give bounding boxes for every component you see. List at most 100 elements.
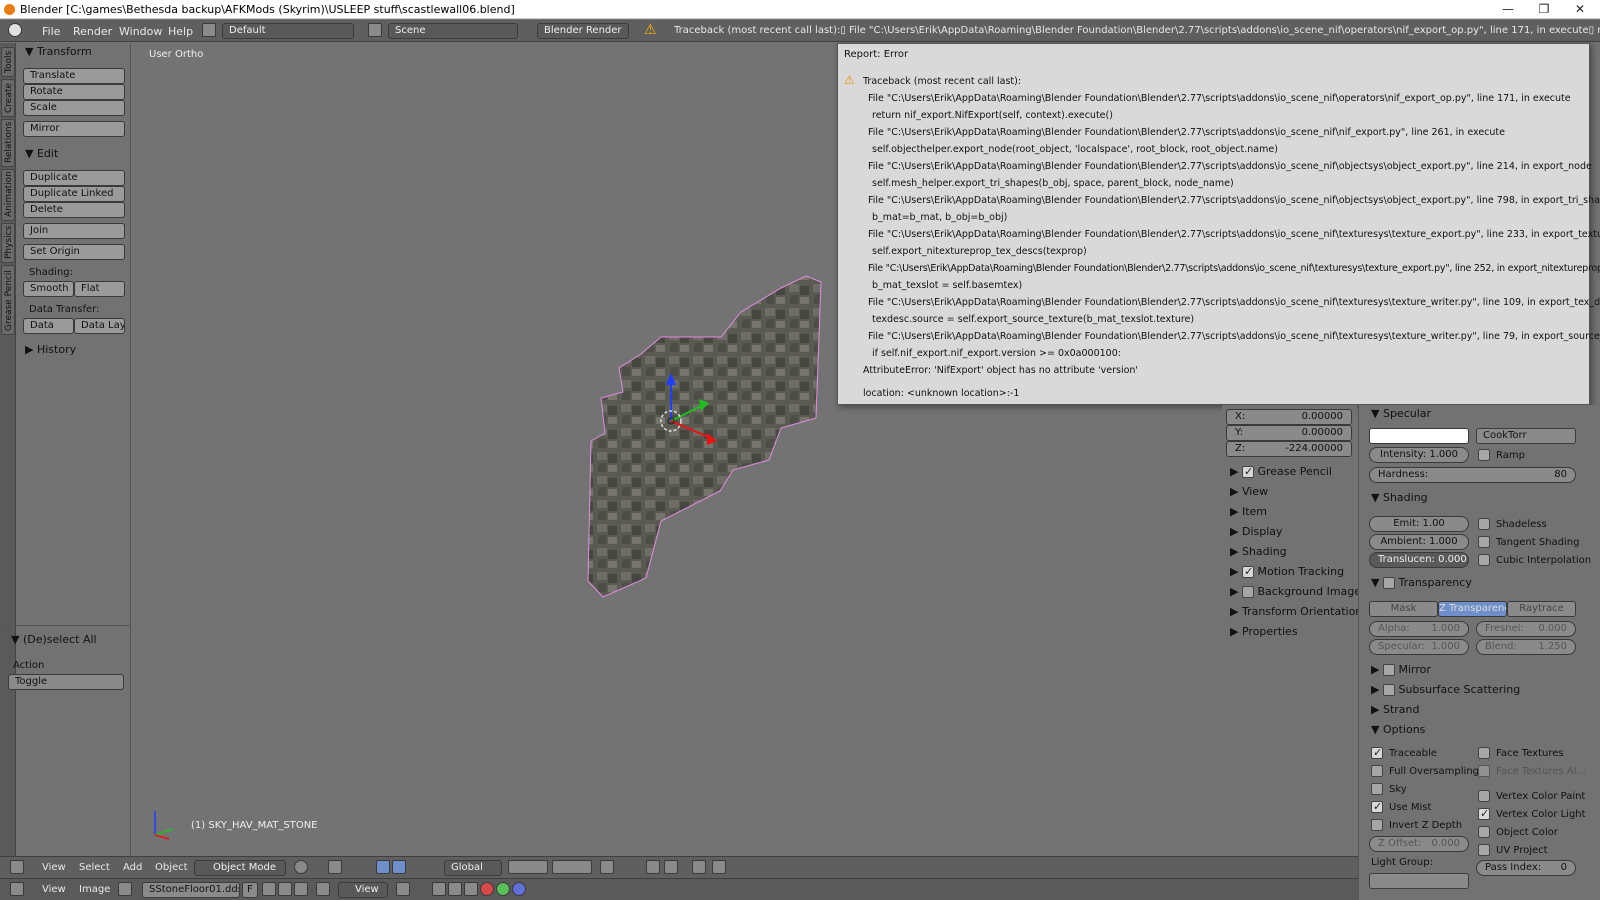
- restore-button[interactable]: ❐: [1526, 0, 1562, 19]
- motion-tracking-section[interactable]: ▶ Motion Tracking: [1230, 565, 1344, 578]
- tangent-shading-checkbox[interactable]: [1478, 536, 1490, 548]
- render-engine-select[interactable]: Blender Render: [537, 23, 629, 39]
- options-header[interactable]: ▼ Options: [1371, 723, 1425, 736]
- info-editor-icon[interactable]: [8, 23, 22, 37]
- vertex-color-light-checkbox[interactable]: [1478, 807, 1490, 820]
- duplicate-button[interactable]: Duplicate: [23, 170, 125, 186]
- specular-header[interactable]: ▼ Specular: [1371, 407, 1431, 420]
- z-offset-field[interactable]: Z Offset: 0.000: [1369, 836, 1469, 852]
- specular-alpha-field[interactable]: Specular: 1.000: [1369, 639, 1469, 655]
- mirror-button[interactable]: Mirror: [23, 121, 125, 137]
- interaction-mode-select[interactable]: Object Mode: [194, 860, 286, 876]
- raytrace-button[interactable]: Raytrace: [1507, 601, 1576, 617]
- duplicate-linked-button[interactable]: Duplicate Linked: [23, 186, 125, 202]
- menu-view[interactable]: View: [42, 884, 66, 895]
- tab-grease-pencil[interactable]: Grease Pencil: [1, 265, 15, 335]
- subsurface-header[interactable]: ▶ Subsurface Scattering: [1371, 683, 1520, 696]
- unlink-icon[interactable]: [294, 882, 308, 896]
- location-y-field[interactable]: Y: 0.00000: [1226, 425, 1352, 441]
- tab-tools[interactable]: Tools: [1, 47, 15, 77]
- translate-button[interactable]: Translate: [23, 68, 125, 84]
- properties-section[interactable]: ▶ Properties: [1230, 625, 1298, 638]
- strand-header[interactable]: ▶ Strand: [1371, 703, 1419, 716]
- minimize-button[interactable]: —: [1490, 0, 1526, 19]
- ambient-field[interactable]: Ambient: 1.000: [1369, 534, 1469, 550]
- mask-button[interactable]: Mask: [1369, 601, 1438, 617]
- full-oversampling-checkbox[interactable]: [1371, 765, 1383, 777]
- new-image-icon[interactable]: [262, 882, 276, 896]
- deselect-all-header[interactable]: ▼ (De)select All: [11, 633, 97, 646]
- vertex-color-paint-checkbox[interactable]: [1478, 790, 1490, 802]
- menu-help[interactable]: Help: [168, 25, 193, 38]
- specular-color-swatch[interactable]: [1369, 428, 1469, 444]
- view-mode-select[interactable]: View: [338, 882, 388, 898]
- manipulator-icon[interactable]: [376, 860, 390, 874]
- face-textures-checkbox[interactable]: [1478, 747, 1490, 759]
- green-channel-icon[interactable]: [496, 882, 510, 896]
- scene-icon[interactable]: [368, 23, 382, 37]
- menu-render[interactable]: Render: [73, 25, 112, 38]
- transform-manipulator[interactable]: [641, 363, 731, 453]
- screen-layout-field[interactable]: Default: [222, 23, 354, 39]
- object-color-checkbox[interactable]: [1478, 826, 1490, 838]
- pin-icon[interactable]: [316, 882, 330, 896]
- open-image-icon[interactable]: [278, 882, 292, 896]
- menu-view[interactable]: View: [42, 862, 66, 873]
- animation-render-icon[interactable]: [712, 860, 726, 874]
- ramp-checkbox[interactable]: [1478, 449, 1490, 461]
- red-channel-icon[interactable]: [480, 882, 494, 896]
- background-images-section[interactable]: ▶ Background Images: [1230, 585, 1367, 598]
- menu-select[interactable]: Select: [79, 862, 110, 873]
- tab-animation[interactable]: Animation: [1, 169, 15, 221]
- proportional-edit-icon[interactable]: [646, 860, 660, 874]
- transform-panel-header[interactable]: ▼ Transform: [25, 45, 92, 58]
- cubic-interpolation-checkbox[interactable]: [1478, 554, 1490, 566]
- view-section[interactable]: ▶ View: [1230, 485, 1268, 498]
- close-button[interactable]: ✕: [1562, 0, 1598, 19]
- paint-mode-icon[interactable]: [464, 882, 478, 896]
- pivot-point-icon[interactable]: [328, 860, 342, 874]
- transform-orientations-section[interactable]: ▶ Transform Orientations: [1230, 605, 1368, 618]
- layers-grid-icon[interactable]: [552, 860, 592, 874]
- opengl-render-icon[interactable]: [692, 860, 706, 874]
- light-group-field[interactable]: [1369, 873, 1469, 889]
- rotate-button[interactable]: Rotate: [23, 84, 125, 100]
- lock-icon[interactable]: [600, 860, 614, 874]
- image-browse-icon[interactable]: [118, 882, 132, 896]
- fake-user-button[interactable]: F: [242, 882, 258, 898]
- shadeless-checkbox[interactable]: [1478, 518, 1490, 530]
- uv-project-checkbox[interactable]: [1478, 844, 1490, 856]
- translate-manipulator-icon[interactable]: [392, 860, 406, 874]
- editor-type-icon[interactable]: [10, 882, 24, 896]
- snap-icon[interactable]: [664, 860, 678, 874]
- face-textures-alpha-checkbox[interactable]: [1478, 765, 1490, 777]
- location-z-field[interactable]: Z: -224.00000: [1226, 441, 1352, 457]
- image-name-field[interactable]: SStoneFloor01.dds....: [142, 882, 240, 898]
- scale-button[interactable]: Scale: [23, 100, 125, 116]
- sky-checkbox[interactable]: [1371, 783, 1383, 795]
- scene-field[interactable]: Scene: [388, 23, 518, 39]
- fresnel-field[interactable]: Fresnel: 0.000: [1476, 621, 1576, 637]
- intensity-field[interactable]: Intensity: 1.000: [1369, 447, 1469, 463]
- layers-grid-icon[interactable]: [508, 860, 548, 874]
- menu-file[interactable]: File: [42, 25, 60, 38]
- location-x-field[interactable]: X: 0.00000: [1226, 409, 1352, 425]
- emit-field[interactable]: Emit: 1.00: [1369, 516, 1469, 532]
- editor-type-icon[interactable]: [10, 860, 24, 874]
- edit-panel-header[interactable]: ▼ Edit: [25, 147, 58, 160]
- menu-window[interactable]: Window: [119, 25, 162, 38]
- pass-index-field[interactable]: Pass Index: 0: [1476, 860, 1576, 876]
- menu-image[interactable]: Image: [79, 884, 110, 895]
- alpha-field[interactable]: Alpha: 1.000: [1369, 621, 1469, 637]
- screen-layout-icon[interactable]: [202, 23, 216, 37]
- menu-object[interactable]: Object: [155, 862, 188, 873]
- translucency-field[interactable]: Translucen: 0.000: [1369, 552, 1469, 568]
- viewport-shading-icon[interactable]: [294, 860, 308, 874]
- join-button[interactable]: Join: [23, 223, 125, 239]
- grease-pencil-section[interactable]: ▶ Grease Pencil: [1230, 465, 1332, 478]
- transform-orientation-select[interactable]: Global: [444, 860, 502, 876]
- data-transfer-button[interactable]: Data: [23, 318, 74, 334]
- specular-shader-select[interactable]: CookTorr: [1476, 428, 1576, 444]
- hardness-field[interactable]: Hardness: 80: [1369, 467, 1576, 483]
- mirror-header[interactable]: ▶ Mirror: [1371, 663, 1431, 676]
